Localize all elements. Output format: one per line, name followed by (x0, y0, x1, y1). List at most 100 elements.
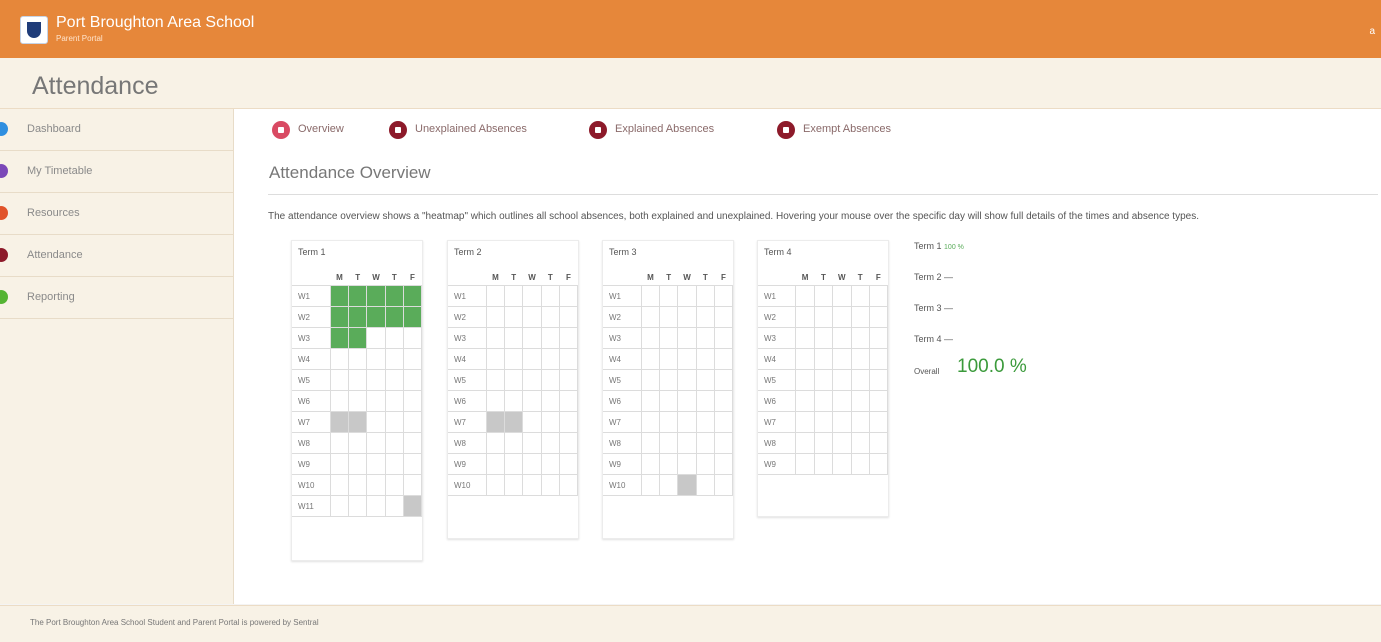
heatmap-day-cell[interactable] (695, 432, 715, 454)
heatmap-day-cell[interactable] (677, 453, 697, 475)
heatmap-day-cell[interactable] (329, 432, 350, 454)
heatmap-day-cell[interactable] (677, 432, 697, 454)
heatmap-day-cell[interactable] (713, 369, 734, 391)
heatmap-day-cell[interactable] (504, 390, 524, 412)
heatmap-day-cell[interactable] (695, 306, 715, 328)
heatmap-day-cell[interactable] (795, 453, 815, 475)
heatmap-day-cell[interactable] (366, 474, 386, 496)
sidebar-item-my-timetable[interactable]: My Timetable (0, 151, 233, 193)
user-menu[interactable]: a (1369, 26, 1375, 37)
heatmap-day-cell-absent[interactable] (402, 495, 423, 517)
heatmap-day-cell[interactable] (384, 453, 404, 475)
heatmap-day-cell[interactable] (659, 432, 679, 454)
heatmap-day-cell[interactable] (850, 348, 870, 370)
heatmap-day-cell[interactable] (677, 390, 697, 412)
heatmap-day-cell[interactable] (366, 348, 386, 370)
heatmap-day-cell[interactable] (695, 285, 715, 307)
heatmap-day-cell[interactable] (522, 348, 542, 370)
heatmap-day-cell[interactable] (640, 411, 661, 433)
heatmap-day-cell[interactable] (485, 285, 506, 307)
heatmap-day-cell[interactable] (695, 348, 715, 370)
heatmap-day-cell[interactable] (522, 327, 542, 349)
heatmap-day-cell[interactable] (695, 390, 715, 412)
heatmap-day-cell-present[interactable] (329, 327, 350, 349)
heatmap-day-cell-present[interactable] (402, 285, 423, 307)
heatmap-day-cell[interactable] (640, 453, 661, 475)
heatmap-day-cell[interactable] (485, 432, 506, 454)
heatmap-day-cell[interactable] (540, 348, 560, 370)
heatmap-day-cell[interactable] (504, 306, 524, 328)
heatmap-day-cell[interactable] (868, 390, 889, 412)
heatmap-day-cell[interactable] (813, 327, 834, 349)
heatmap-day-cell-absent[interactable] (504, 411, 524, 433)
heatmap-day-cell[interactable] (384, 411, 404, 433)
heatmap-day-cell[interactable] (366, 411, 386, 433)
heatmap-day-cell[interactable] (713, 327, 734, 349)
heatmap-day-cell[interactable] (540, 390, 560, 412)
heatmap-day-cell-absent[interactable] (329, 411, 350, 433)
heatmap-day-cell[interactable] (540, 369, 560, 391)
heatmap-day-cell[interactable] (713, 285, 734, 307)
heatmap-day-cell[interactable] (348, 369, 368, 391)
heatmap-day-cell[interactable] (868, 348, 889, 370)
heatmap-day-cell[interactable] (713, 474, 734, 496)
heatmap-day-cell-absent[interactable] (677, 474, 697, 496)
heatmap-day-cell-absent[interactable] (348, 411, 368, 433)
heatmap-day-cell[interactable] (504, 348, 524, 370)
heatmap-day-cell[interactable] (485, 369, 506, 391)
heatmap-day-cell[interactable] (795, 390, 815, 412)
heatmap-day-cell[interactable] (348, 474, 368, 496)
heatmap-day-cell[interactable] (522, 285, 542, 307)
sidebar-item-reporting[interactable]: Reporting (0, 277, 233, 319)
heatmap-day-cell[interactable] (540, 432, 560, 454)
heatmap-day-cell[interactable] (504, 432, 524, 454)
heatmap-day-cell[interactable] (659, 369, 679, 391)
heatmap-day-cell[interactable] (695, 327, 715, 349)
heatmap-day-cell[interactable] (329, 474, 350, 496)
heatmap-day-cell[interactable] (384, 474, 404, 496)
heatmap-day-cell[interactable] (504, 285, 524, 307)
heatmap-day-cell-present[interactable] (384, 285, 404, 307)
heatmap-day-cell[interactable] (695, 453, 715, 475)
heatmap-day-cell[interactable] (329, 453, 350, 475)
heatmap-day-cell[interactable] (850, 411, 870, 433)
heatmap-day-cell[interactable] (868, 411, 889, 433)
heatmap-day-cell[interactable] (329, 390, 350, 412)
heatmap-day-cell[interactable] (522, 369, 542, 391)
heatmap-day-cell[interactable] (659, 285, 679, 307)
heatmap-day-cell-present[interactable] (329, 306, 350, 328)
heatmap-day-cell[interactable] (348, 432, 368, 454)
heatmap-day-cell[interactable] (640, 369, 661, 391)
heatmap-day-cell[interactable] (713, 348, 734, 370)
heatmap-day-cell[interactable] (485, 306, 506, 328)
heatmap-day-cell[interactable] (868, 306, 889, 328)
heatmap-day-cell[interactable] (366, 495, 386, 517)
heatmap-day-cell[interactable] (504, 453, 524, 475)
heatmap-day-cell[interactable] (504, 474, 524, 496)
heatmap-day-cell[interactable] (813, 306, 834, 328)
heatmap-day-cell[interactable] (558, 432, 579, 454)
heatmap-day-cell[interactable] (348, 495, 368, 517)
heatmap-day-cell[interactable] (868, 432, 889, 454)
heatmap-day-cell[interactable] (795, 432, 815, 454)
heatmap-day-cell[interactable] (485, 348, 506, 370)
heatmap-day-cell[interactable] (795, 327, 815, 349)
heatmap-day-cell[interactable] (366, 327, 386, 349)
school-logo-icon[interactable] (20, 16, 48, 44)
heatmap-day-cell[interactable] (813, 411, 834, 433)
heatmap-day-cell[interactable] (695, 369, 715, 391)
heatmap-day-cell[interactable] (795, 348, 815, 370)
heatmap-day-cell[interactable] (640, 432, 661, 454)
heatmap-day-cell[interactable] (402, 327, 423, 349)
heatmap-day-cell[interactable] (677, 285, 697, 307)
heatmap-day-cell[interactable] (558, 453, 579, 475)
heatmap-day-cell[interactable] (504, 327, 524, 349)
heatmap-day-cell[interactable] (540, 285, 560, 307)
heatmap-day-cell[interactable] (540, 474, 560, 496)
heatmap-day-cell[interactable] (868, 453, 889, 475)
heatmap-day-cell[interactable] (640, 306, 661, 328)
heatmap-day-cell[interactable] (795, 306, 815, 328)
heatmap-day-cell[interactable] (850, 432, 870, 454)
heatmap-day-cell[interactable] (384, 369, 404, 391)
heatmap-day-cell[interactable] (695, 411, 715, 433)
